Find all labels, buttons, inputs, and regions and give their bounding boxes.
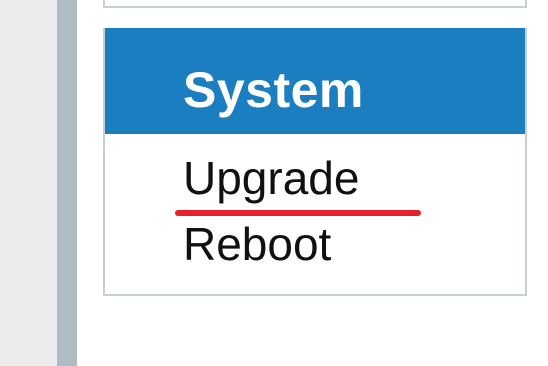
upgrade-link[interactable]: Upgrade <box>183 150 359 206</box>
left-divider <box>57 0 77 366</box>
system-panel: System Upgrade Reboot <box>103 28 527 296</box>
system-panel-header: System <box>105 28 525 134</box>
reboot-link[interactable]: Reboot <box>183 216 331 272</box>
previous-panel-bottom <box>103 0 527 8</box>
left-gutter <box>0 0 57 366</box>
system-panel-title: System <box>183 62 364 118</box>
